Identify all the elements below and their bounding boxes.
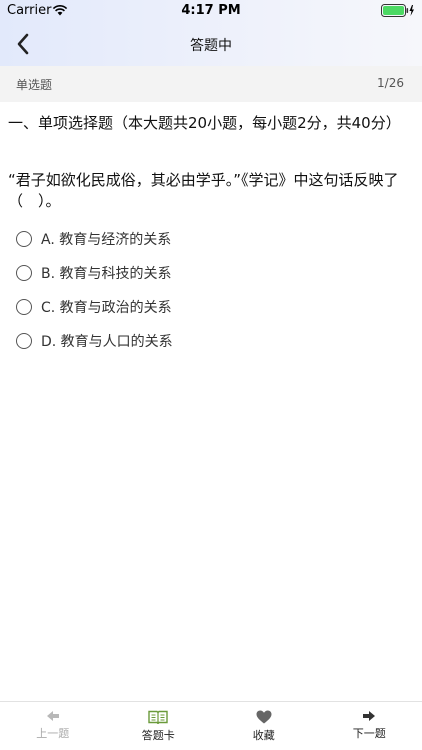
previous-question-button[interactable]: 上一题	[0, 702, 106, 750]
right-arrow-icon	[363, 711, 376, 721]
option-d[interactable]: D. 教育与人口的关系	[16, 324, 406, 358]
question-info-bar: 单选题 1/26	[0, 66, 422, 102]
option-c[interactable]: C. 教育与政治的关系	[16, 290, 406, 324]
radio-icon[interactable]	[16, 299, 32, 315]
bottom-toolbar: 上一题 答题卡 收藏 下一题	[0, 701, 422, 750]
radio-icon[interactable]	[16, 333, 32, 349]
favorite-button[interactable]: 收藏	[211, 702, 317, 750]
status-bar: Carrier 4:17 PM	[0, 0, 422, 22]
tab-label: 答题卡	[141, 729, 175, 742]
radio-icon[interactable]	[16, 231, 32, 247]
heart-icon	[256, 710, 272, 724]
question-stem: “君子如欲化民成俗，其必由学乎。”《学记》中这句话反映了（ ）。	[8, 171, 399, 210]
open-book-icon	[148, 710, 168, 724]
option-b[interactable]: B. 教育与科技的关系	[16, 256, 406, 290]
next-question-button[interactable]: 下一题	[317, 702, 422, 750]
radio-icon[interactable]	[16, 265, 32, 281]
tab-label: 上一题	[36, 727, 70, 740]
page-title: 答题中	[190, 38, 232, 54]
option-label: B. 教育与科技的关系	[41, 266, 172, 282]
tab-label: 下一题	[352, 727, 386, 740]
option-label: D. 教育与人口的关系	[41, 334, 173, 350]
option-label: A. 教育与经济的关系	[41, 232, 172, 248]
question-type: 单选题	[16, 78, 53, 92]
navigation-bar: 答题中	[0, 22, 422, 66]
question-progress: 1/26	[377, 76, 404, 90]
header: Carrier 4:17 PM 答题中	[0, 0, 422, 66]
option-a[interactable]: A. 教育与经济的关系	[16, 222, 406, 256]
tab-label: 收藏	[252, 729, 275, 742]
section-heading: 一、单项选择题（本大题共20小题，每小题2分，共40分）	[8, 114, 401, 132]
answer-card-button[interactable]: 答题卡	[106, 702, 212, 750]
answer-options: A. 教育与经济的关系 B. 教育与科技的关系 C. 教育与政治的关系 D. 教…	[16, 222, 406, 358]
battery-icon	[381, 4, 414, 17]
option-label: C. 教育与政治的关系	[41, 300, 172, 316]
left-arrow-icon	[46, 711, 59, 721]
clock: 4:17 PM	[181, 3, 241, 18]
